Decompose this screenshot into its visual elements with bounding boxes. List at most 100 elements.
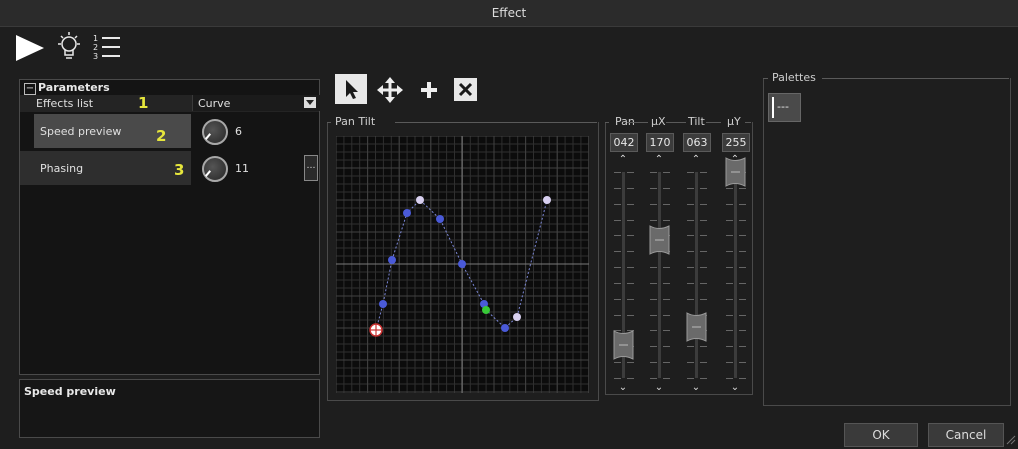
fader-tick (687, 298, 694, 300)
palettes-label: Palettes (770, 71, 818, 84)
fader-tick (627, 267, 634, 269)
fader-tick (627, 314, 634, 316)
fader-handle[interactable] (686, 311, 707, 343)
chevron-down-icon[interactable]: ⌄ (652, 382, 666, 393)
phasing-knob[interactable] (202, 156, 228, 182)
fader-tick (614, 172, 621, 173)
ok-button[interactable]: OK (844, 423, 918, 447)
svg-text:2: 2 (93, 43, 98, 52)
chevron-up-icon[interactable]: ⌃ (652, 154, 666, 165)
row-marker: 3 (174, 161, 185, 179)
add-icon[interactable] (418, 79, 440, 101)
pan-tilt-graph[interactable] (336, 136, 589, 393)
fader-tick (700, 251, 707, 253)
fader-tick (627, 172, 634, 173)
fader-value[interactable]: 063 (683, 133, 711, 152)
cancel-button[interactable]: Cancel (928, 423, 1004, 447)
parameter-row-speed-preview[interactable]: Speed preview 2 6 (20, 114, 319, 148)
collapse-icon[interactable]: − (24, 83, 36, 95)
fader-tick (627, 282, 634, 284)
phasing-label-cell: Phasing 3 (20, 151, 191, 185)
fader-tick (650, 172, 657, 173)
fader-handle[interactable] (649, 224, 670, 256)
curve-point (513, 313, 521, 321)
fader-tick (687, 187, 694, 189)
chevron-down-icon[interactable] (304, 97, 316, 108)
play-icon[interactable] (13, 33, 47, 63)
pan-tilt-label: Pan Tilt (333, 115, 378, 128)
fader-tick (627, 187, 634, 189)
fader-tick (650, 298, 657, 300)
chevron-down-icon[interactable]: ⌄ (728, 382, 742, 393)
fader-tick (687, 203, 694, 205)
group-border (627, 122, 648, 123)
chevron-down-icon[interactable]: ⌄ (689, 382, 703, 393)
fader-tick (726, 235, 733, 237)
fader-value[interactable]: 170 (646, 133, 674, 152)
fader-tick (663, 362, 670, 364)
effects-list-select[interactable]: Curve (192, 95, 320, 111)
chevron-up-icon[interactable]: ⌃ (616, 154, 630, 165)
fader-tick (650, 267, 657, 269)
speed-knob[interactable] (202, 119, 228, 145)
fader-tick (650, 330, 657, 332)
phasing-value: 11 (235, 162, 249, 175)
parameter-row-effects-list[interactable]: Effects list 1 Curve (20, 94, 320, 112)
speed-preview-label-cell: Speed preview 2 (34, 114, 191, 148)
svg-text:3: 3 (93, 52, 98, 61)
fader-tick (700, 187, 707, 189)
palette-item-label: --- (777, 100, 789, 113)
move-icon[interactable] (376, 77, 404, 103)
fader-value[interactable]: 255 (722, 133, 750, 152)
fader-tick (627, 251, 634, 253)
pointer-icon[interactable] (335, 74, 367, 104)
fader-tick (627, 298, 634, 300)
curve-point (436, 215, 444, 223)
palette-item[interactable]: --- (768, 93, 801, 122)
group-border (605, 122, 609, 123)
curve-point (501, 324, 509, 332)
fader-tick (700, 282, 707, 284)
fader-tick (739, 282, 746, 284)
fader-value[interactable]: 042 (610, 133, 638, 152)
fader-track (734, 172, 737, 378)
curve-point (416, 196, 424, 204)
fader-tick (700, 203, 707, 205)
chevron-down-icon[interactable]: ⌄ (616, 382, 630, 393)
parameter-row-phasing[interactable]: Phasing 3 11 … (20, 151, 319, 185)
fader-tick (700, 235, 707, 237)
chevron-up-icon[interactable]: ⌃ (689, 154, 703, 165)
fader-tick (739, 298, 746, 300)
fader-label: µX (649, 115, 668, 128)
parameter-label: Effects list (36, 97, 94, 110)
fader-tick (627, 362, 634, 364)
numbered-list-icon[interactable]: 1 2 3 (92, 33, 122, 61)
fader-handle[interactable] (613, 329, 634, 361)
fader-tick (627, 219, 634, 221)
knob-indicator (204, 133, 212, 140)
bulb-icon[interactable] (55, 31, 83, 61)
fader-tick (663, 267, 670, 269)
fader-tick (614, 251, 621, 253)
delete-icon[interactable] (454, 78, 477, 101)
fader-tick (687, 378, 694, 379)
fader-tick (700, 172, 707, 173)
group-border (395, 122, 597, 123)
fader-tick (700, 267, 707, 269)
curve-point (379, 300, 387, 308)
fader-tick (739, 362, 746, 364)
resize-grip-icon[interactable] (1006, 430, 1016, 445)
fader-label: µY (725, 115, 743, 128)
fader-tick (663, 330, 670, 332)
fader-tick (687, 235, 694, 237)
fader-handle[interactable] (725, 156, 746, 188)
fader-tick (739, 235, 746, 237)
fader-tick (726, 298, 733, 300)
fader-label: Tilt (686, 115, 707, 128)
fader-tick (650, 187, 657, 189)
fader-tick (614, 298, 621, 300)
palettes-group (763, 78, 1011, 406)
phasing-more-button[interactable]: … (304, 155, 318, 181)
fader-tick (687, 267, 694, 269)
fader-tick (650, 219, 657, 221)
